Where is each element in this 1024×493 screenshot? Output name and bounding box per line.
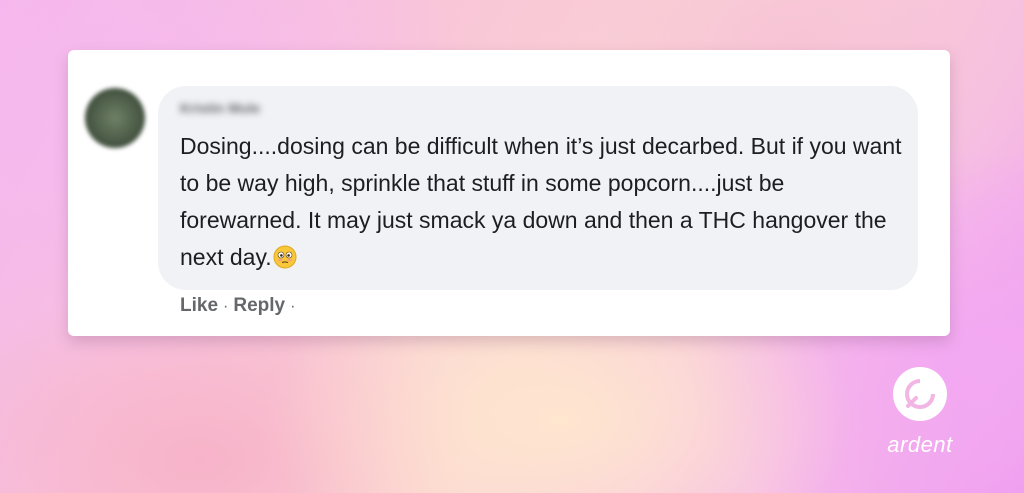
flushed-face-emoji-icon [273, 245, 297, 269]
comment-actions: Like · Reply · [180, 295, 300, 317]
comment-author-name[interactable]: Kristin Mule [180, 100, 260, 116]
brand-name: ardent [887, 432, 953, 457]
comment-card: Kristin Mule Dosing....dosing can be dif… [68, 50, 950, 336]
like-button[interactable]: Like [180, 295, 218, 316]
avatar[interactable] [85, 88, 145, 148]
reply-button[interactable]: Reply [233, 295, 285, 316]
ardent-logo-icon [893, 367, 947, 421]
action-separator: · [290, 298, 296, 315]
action-separator: · [223, 298, 229, 315]
brand-watermark: ardent [880, 366, 960, 466]
comment-bubble: Kristin Mule Dosing....dosing can be dif… [158, 86, 918, 290]
comment-text: Dosing....dosing can be difficult when i… [180, 128, 904, 276]
